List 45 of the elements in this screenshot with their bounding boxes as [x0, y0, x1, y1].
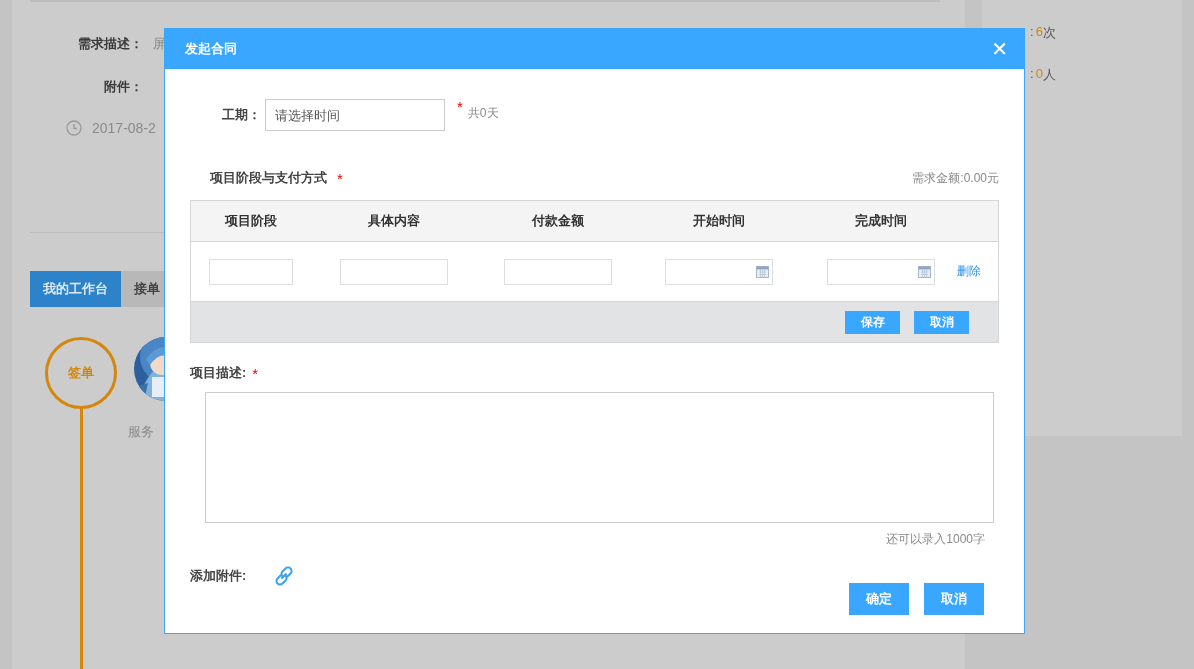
date-field[interactable] [665, 258, 773, 285]
required-mark: * [457, 99, 463, 115]
text-field[interactable] [340, 258, 448, 285]
text-field[interactable] [503, 258, 612, 285]
required-mark: * [252, 364, 259, 382]
field-label: 需求描述： [77, 35, 143, 53]
dialog-title: 发起合同 [185, 40, 237, 58]
description-field[interactable] [205, 392, 994, 523]
column-header: 具体内容 [367, 212, 421, 230]
stat-label: : [1030, 24, 1035, 41]
table-button[interactable]: 取消 [914, 310, 969, 334]
field-label: 附件： [103, 78, 143, 96]
column-header: 项目阶段 [223, 212, 278, 230]
field-label: 工期： [222, 106, 262, 124]
day-count: 共0天 [467, 105, 499, 122]
delete-link[interactable]: 删除 [957, 263, 981, 280]
field-label: 项目描述: [190, 364, 247, 382]
date-text: 2017-08-2 [92, 120, 156, 136]
stat-unit: 人 [1042, 66, 1056, 84]
amount-text: 需求金额:0.00元 [912, 169, 999, 187]
step-circle: 签单 [45, 337, 117, 409]
field-label: 添加附件: [190, 567, 247, 585]
character-counter: 还可以录入1000字 [885, 531, 986, 548]
stat-count: 6 [1035, 24, 1043, 41]
required-mark: * [337, 169, 343, 187]
stat-count: 0 [1035, 66, 1043, 83]
tab[interactable]: 我的工作台 [30, 271, 121, 307]
dialog-button[interactable]: 取消 [924, 583, 984, 615]
column-header: 开始时间 [692, 212, 746, 230]
column-header: 付款金额 [530, 212, 585, 230]
table-button[interactable]: 保存 [845, 310, 900, 334]
section-title: 项目阶段与支付方式 [210, 169, 327, 187]
date-field[interactable]: 请选择时间 [265, 99, 445, 131]
calendar-icon [917, 265, 931, 278]
column-header: 完成时间 [853, 212, 908, 230]
stat-label: : [1030, 66, 1035, 83]
stat-unit: 次 [1042, 24, 1056, 42]
date-field[interactable] [826, 258, 935, 285]
calendar-icon [756, 265, 769, 278]
field-value: 屏 [153, 35, 166, 53]
clock-icon [66, 120, 82, 136]
dialog-button[interactable]: 确定 [849, 583, 909, 615]
text-field[interactable] [209, 258, 293, 285]
caption: 服务 [128, 423, 155, 441]
close-button[interactable]: ✕ [991, 37, 1008, 61]
